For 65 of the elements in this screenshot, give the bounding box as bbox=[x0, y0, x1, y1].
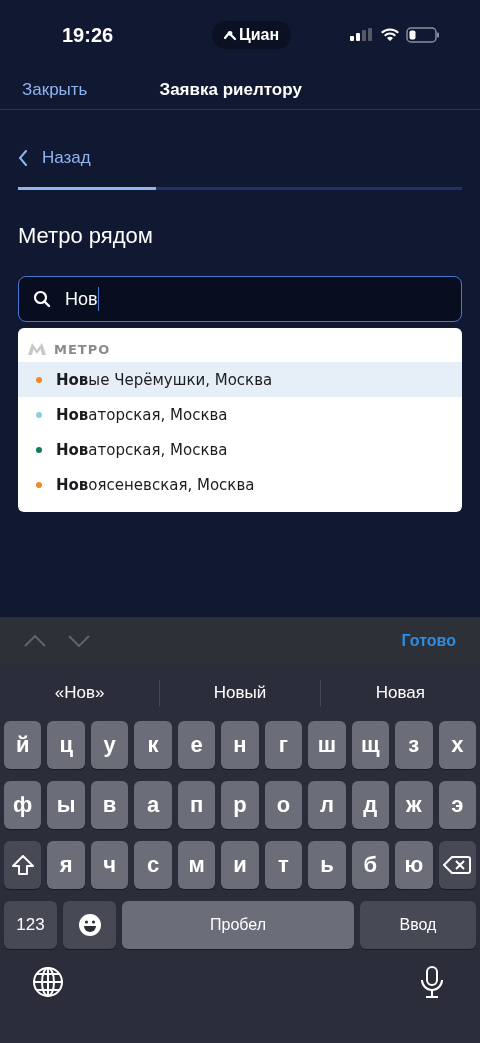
backspace-key[interactable] bbox=[438, 841, 476, 889]
search-icon bbox=[33, 290, 51, 308]
screen-title: Заявка риелтору bbox=[159, 79, 302, 100]
section-label: МЕТРО bbox=[54, 341, 111, 357]
shift-arrow-icon bbox=[10, 854, 35, 876]
signal-icon bbox=[350, 28, 374, 42]
return-key[interactable]: Ввод bbox=[360, 901, 476, 949]
letter-key[interactable]: л bbox=[308, 781, 346, 829]
letter-key[interactable]: н bbox=[221, 721, 259, 769]
letter-key[interactable]: ф bbox=[4, 781, 42, 829]
letter-key[interactable]: п bbox=[177, 781, 216, 829]
letter-key[interactable]: в bbox=[90, 781, 129, 829]
app-name: Циан bbox=[239, 26, 280, 44]
station-option[interactable]: Новые Черёмушки, Москва bbox=[18, 362, 462, 397]
done-button[interactable]: Готово bbox=[401, 632, 456, 650]
station-option[interactable]: Новоясеневская, Москва bbox=[18, 467, 462, 502]
letter-key[interactable]: з bbox=[395, 721, 433, 769]
globe-icon[interactable] bbox=[32, 966, 64, 998]
station-option[interactable]: Новаторская, Москва bbox=[18, 397, 462, 432]
status-time: 19:26 bbox=[62, 23, 114, 47]
letter-key[interactable]: а bbox=[134, 781, 172, 829]
shift-key[interactable] bbox=[4, 841, 42, 889]
letter-key[interactable]: е bbox=[177, 721, 216, 769]
letter-key[interactable]: д bbox=[351, 781, 390, 829]
word-suggestion[interactable]: Новый bbox=[160, 683, 320, 703]
chevron-left-icon bbox=[18, 150, 28, 166]
letter-key[interactable]: э bbox=[438, 781, 476, 829]
letter-key[interactable]: ю bbox=[395, 841, 433, 889]
backspace-icon bbox=[443, 855, 472, 875]
battery-icon bbox=[406, 27, 440, 43]
letter-key[interactable]: к bbox=[134, 721, 172, 769]
back-button[interactable]: Назад bbox=[18, 148, 91, 168]
numbers-key[interactable]: 123 bbox=[4, 901, 57, 949]
station-option[interactable]: Новаторская, Москва bbox=[18, 432, 462, 467]
word-suggestion[interactable]: Новая bbox=[320, 683, 480, 703]
section-heading: Метро рядом bbox=[18, 223, 154, 249]
letter-key[interactable]: ц bbox=[47, 721, 85, 769]
smiley-icon bbox=[77, 913, 102, 937]
word-suggestion[interactable]: «Нов» bbox=[0, 683, 160, 703]
space-key[interactable]: Пробел bbox=[122, 901, 354, 949]
letter-key[interactable]: о bbox=[264, 781, 303, 829]
letter-key[interactable]: й bbox=[4, 721, 42, 769]
letter-key[interactable]: ж bbox=[395, 781, 433, 829]
metro-logo-icon bbox=[28, 343, 46, 355]
emoji-key[interactable] bbox=[63, 901, 116, 949]
microphone-icon[interactable] bbox=[420, 965, 444, 999]
letter-key[interactable]: щ bbox=[351, 721, 390, 769]
logo-icon bbox=[224, 29, 237, 41]
letter-key[interactable]: с bbox=[134, 841, 172, 889]
letter-key[interactable]: ш bbox=[308, 721, 346, 769]
letter-key[interactable]: у bbox=[90, 721, 129, 769]
letter-key[interactable]: и bbox=[221, 841, 259, 889]
letter-key[interactable]: ы bbox=[47, 781, 85, 829]
search-field[interactable]: Нов bbox=[18, 276, 462, 322]
letter-key[interactable]: х bbox=[438, 721, 476, 769]
letter-key[interactable]: ь bbox=[308, 841, 346, 889]
letter-key[interactable]: р bbox=[221, 781, 259, 829]
wifi-icon bbox=[380, 28, 400, 42]
letter-key[interactable]: г bbox=[264, 721, 303, 769]
letter-key[interactable]: м bbox=[177, 841, 216, 889]
close-button[interactable]: Закрыть bbox=[22, 79, 88, 100]
letter-key[interactable]: я bbox=[47, 841, 85, 889]
letter-key[interactable]: т bbox=[264, 841, 303, 889]
letter-key[interactable]: б bbox=[351, 841, 390, 889]
letter-key[interactable]: ч bbox=[90, 841, 129, 889]
